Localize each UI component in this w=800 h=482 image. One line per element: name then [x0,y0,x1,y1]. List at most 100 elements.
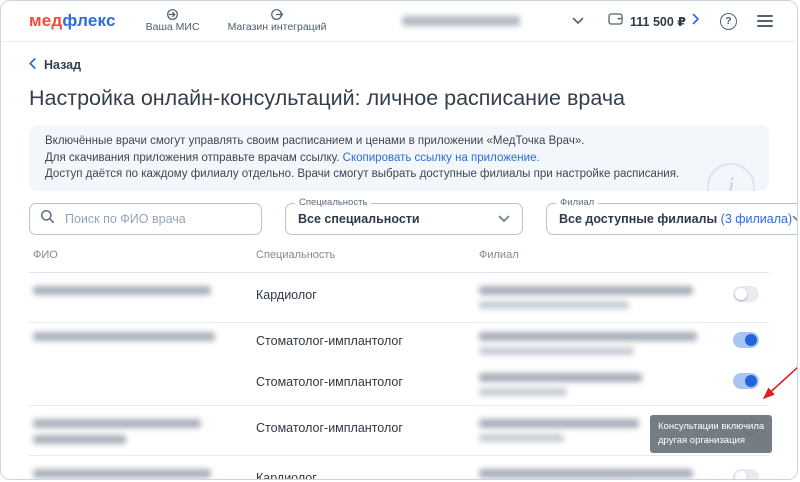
copy-app-link[interactable]: Скопировать ссылку на приложение. [343,152,540,164]
banner-line-1: Включённые врачи смогут управлять своим … [45,133,753,150]
toggle-knob [745,334,757,346]
filters-row: Специальность Все специальности Филиал В… [29,203,769,235]
arrow-out-of-circle-icon [271,8,284,21]
top-bar: медфлекс Ваша МИС Магазин интеграций [1,1,797,42]
redacted-doctor-name [33,332,215,341]
doctor-name-cell [29,406,256,455]
branch-select-value: Все доступные филиалы (3 филиала) [559,212,792,226]
specialty-select-label: Специальность [295,197,371,208]
control-cell [713,469,769,480]
table-row: Кардиолог [29,273,769,323]
specialty-cell: Стоматолог-имплантолог [256,332,479,355]
wallet-icon [608,12,624,31]
toggle-knob [735,471,747,480]
branch-count-accent: (3 филиала) [721,212,793,226]
row-entries: Кардиолог [256,273,769,322]
consultation-toggle[interactable] [733,373,759,389]
search-icon [40,209,55,229]
specialty-cell: Кардиолог [256,286,479,309]
app-window: медфлекс Ваша МИС Магазин интеграций [0,0,798,480]
column-header-controls [723,249,769,261]
arrow-into-circle-icon [166,8,179,21]
clinic-cell [479,469,713,480]
redacted-clinic-name [479,373,642,382]
redacted-clinic-name [479,419,639,428]
search-input[interactable] [63,211,251,227]
control-cell [713,332,769,355]
row-entries: Стоматолог-имплантолог Стоматолог-имплант… [256,323,769,405]
chevron-down-icon [792,210,798,228]
banner-line-3: Доступ даётся по каждому филиалу отдельн… [45,166,753,183]
table-header: ФИО Специальность Филиал [29,249,769,273]
nav-item-label: Магазин интеграций [228,22,327,34]
chevron-left-icon [29,58,36,72]
consultation-toggle[interactable] [733,469,759,480]
toggle-knob [735,288,747,300]
doctor-name-cell [29,323,256,405]
branch-select-value-text: Все доступные филиалы [559,212,717,226]
chevron-down-icon [572,12,584,30]
redacted-clinic-address [479,434,564,442]
nav-item-integrations-store[interactable]: Магазин интеграций [228,8,327,34]
specialty-cell: Кардиолог [256,469,479,480]
back-label: Назад [44,58,81,72]
clinic-cell [479,373,713,396]
consultation-toggle[interactable] [733,332,759,348]
toggle-knob [745,375,757,387]
row-entries: Кардиолог [256,456,769,480]
branch-entry: Кардиолог [256,273,769,322]
specialty-select-value: Все специальности [298,212,420,226]
tooltip-line-1: Консультации включила [658,420,764,434]
control-cell [713,286,769,309]
nav-item-your-mis[interactable]: Ваша МИС [146,8,200,34]
info-banner: Включённые врачи смогут управлять своим … [29,125,769,191]
control-cell [713,373,769,396]
branch-select-label: Филиал [556,197,598,208]
redacted-doctor-name [33,419,201,428]
redacted-organization-name [402,16,520,26]
specialty-cell: Стоматолог-имплантолог [256,373,479,396]
back-link[interactable]: Назад [29,58,81,72]
balance-widget[interactable]: 111 500 ₽ [608,12,700,31]
clinic-cell [479,332,713,355]
column-header-fio: ФИО [29,249,256,261]
doctor-name-cell [29,456,256,480]
consultation-toggle[interactable] [733,286,759,302]
table-row: Стоматолог-имплантолог Стоматолог-имплант… [29,323,769,406]
nav-item-label: Ваша МИС [146,22,200,34]
redacted-clinic-name [479,469,693,478]
doctor-search-box[interactable] [29,203,262,235]
table-row: Кардиолог [29,456,769,480]
redacted-doctor-name [33,286,211,295]
branch-entry: Стоматолог-имплантолог [256,364,769,405]
specialty-select[interactable]: Специальность Все специальности [285,203,523,235]
question-mark-icon: ? [720,13,737,30]
top-nav: Ваша МИС Магазин интеграций [146,8,327,34]
organization-selector[interactable] [402,12,584,30]
logo-part-red: мед [29,11,62,30]
specialty-cell: Стоматолог-имплантолог [256,419,479,442]
branch-select[interactable]: Филиал Все доступные филиалы (3 филиала) [546,203,798,235]
banner-line-2-text: Для скачивания приложения отправьте врач… [45,152,339,164]
redacted-clinic-address [479,301,629,309]
medflex-logo[interactable]: медфлекс [29,11,116,31]
menu-button[interactable] [757,15,773,27]
chevron-right-icon [692,12,700,30]
chevron-down-icon [498,210,510,228]
redacted-clinic-name [479,332,697,341]
column-header-branch: Филиал [479,249,723,261]
redacted-doctor-name [33,469,211,478]
doctor-name-cell [29,273,256,322]
branch-entry: Стоматолог-имплантолог [256,323,769,364]
page-title: Настройка онлайн-консультаций: личное ра… [29,86,769,111]
redacted-clinic-address [479,388,567,396]
balance-amount: 111 500 ₽ [630,14,686,29]
hamburger-icon [757,15,773,27]
help-button[interactable]: ? [720,13,737,30]
redacted-clinic-name [479,286,693,295]
tooltip-line-2: другая организация [658,434,764,448]
redacted-clinic-address [479,347,634,355]
banner-line-2: Для скачивания приложения отправьте врач… [45,150,753,167]
redacted-doctor-name [33,435,126,444]
logo-part-blue: флекс [62,11,115,30]
